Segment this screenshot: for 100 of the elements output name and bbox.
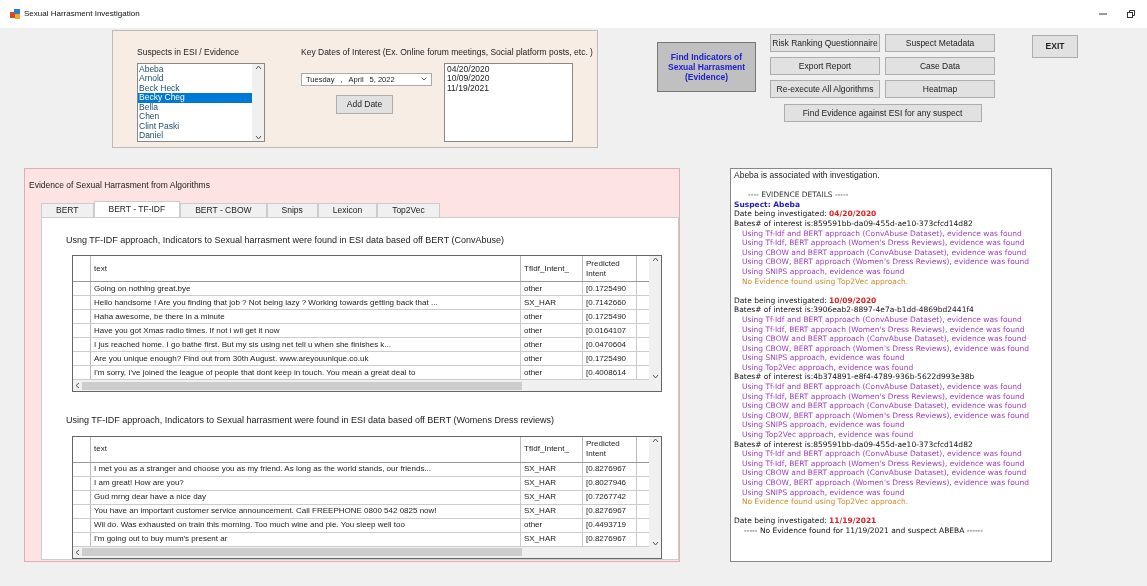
table-cell: [0.4008614	[583, 366, 637, 380]
log-line: Abeba is associated with investigation.	[734, 171, 881, 181]
table-cell: Wil do. Was exhausted on train this morning. Too much wine and pie. You sleep well too	[91, 518, 521, 532]
action-button[interactable]: Case Data	[885, 57, 995, 75]
table-cell: Going on nothing great.bye	[91, 282, 521, 296]
table-cell: [0.7267742	[583, 490, 637, 504]
column-header[interactable]: text	[91, 256, 521, 282]
suspect-item[interactable]: Arnold	[138, 74, 252, 84]
table-cell: Are you unique enough? Find out from 30th August. www.areyouunique.co.uk	[91, 352, 521, 366]
action-button[interactable]: Suspect Metadata	[885, 34, 995, 52]
table-cell: other	[521, 310, 583, 324]
suspects-label: Suspects in ESI / Evidence	[137, 46, 241, 59]
suspect-item[interactable]: Daniel	[138, 131, 252, 141]
suspect-item[interactable]: Abeba	[138, 64, 252, 75]
table-cell: Hello handsome ! Are you finding that job ? Not being lazy ? Working towards getting back that ...	[91, 296, 521, 310]
table-cell: [0.8276967	[583, 532, 637, 546]
table-cell: I am great! How are you?	[91, 476, 521, 490]
minimize-icon[interactable]	[1099, 10, 1107, 18]
action-button[interactable]: Re-execute All Algorithms	[770, 80, 880, 98]
scroll-left-icon[interactable]	[75, 382, 80, 390]
table-cell: SX_HAR	[521, 476, 583, 490]
table-cell: [0.8276967	[583, 504, 637, 518]
table-cell: [0.8027946	[583, 476, 637, 490]
scroll-down-icon[interactable]	[254, 134, 262, 140]
date-item[interactable]: 04/20/2020	[447, 64, 570, 75]
table-cell: [0.8276967	[583, 462, 637, 476]
table-cell: [0.1725490	[583, 352, 637, 366]
action-button[interactable]: Find Evidence against ESI for any suspect	[783, 104, 982, 122]
table-cell: SX_HAR	[521, 532, 583, 546]
tab[interactable]: Snips	[266, 202, 318, 217]
table-cell: [0.1725490	[583, 310, 637, 324]
tab[interactable]: BERT - TF-IDF	[93, 200, 181, 217]
dropdown-caret-icon[interactable]	[421, 77, 427, 82]
table-cell: Gud mrng dear have a nice day	[91, 490, 521, 504]
column-header[interactable]: TfIdf_Intent_	[521, 436, 583, 462]
table-cell: [0.0164107	[583, 324, 637, 338]
column-header[interactable]: Predicted Intent	[583, 436, 637, 462]
table-cell: You have an important customer service announcement. Call FREEPHONE 0800 542 0825 now!	[91, 504, 521, 518]
horizontal-scrollbar[interactable]	[73, 380, 661, 392]
scroll-thumb[interactable]	[82, 381, 522, 390]
tab[interactable]: BERT	[41, 202, 94, 217]
table-cell: Haha awesome, be there in a minute	[91, 310, 521, 324]
table-cell: I jus reached home. I go bathe first. But my sis using net tell u when she finishes k...	[91, 338, 521, 352]
date-item[interactable]: 11/19/2021	[447, 83, 570, 94]
table-cell: other	[521, 338, 583, 352]
table-cell: other	[521, 324, 583, 338]
table-cell: I met you as a stranger and choose you as my friend. As long as the world stands, our friends...	[91, 462, 521, 476]
scroll-up-icon[interactable]	[254, 64, 262, 70]
scrollbar[interactable]	[649, 256, 661, 381]
action-button[interactable]: Heatmap	[885, 80, 995, 98]
table-cell: I'm sorry, I've joined the league of people that dont keep in touch. You mean a great deal to	[91, 366, 521, 380]
action-button[interactable]: Risk Ranking Questionnaire	[770, 34, 880, 52]
table-cell: [0.1725490	[583, 282, 637, 296]
table-cell: other	[521, 366, 583, 380]
action-button[interactable]: Export Report	[770, 57, 880, 75]
key-dates-label: Key Dates of Interest (Ex. Online forum meetings, Social platform posts, etc. )	[301, 46, 593, 59]
tab[interactable]: BERT - CBOW	[180, 202, 267, 217]
table-cell: other	[521, 518, 583, 532]
table-cell: SX_HAR	[521, 296, 583, 310]
find-indicators-button[interactable]: Find Indicators of Sexual Harrasment (Evidence)	[657, 42, 756, 92]
scroll-thumb[interactable]	[82, 548, 522, 557]
table-cell: [0.0470604	[583, 338, 637, 352]
table-cell: SX_HAR	[521, 462, 583, 476]
horizontal-scrollbar[interactable]	[73, 546, 661, 558]
scroll-up-icon[interactable]	[651, 437, 659, 443]
table-caption: Using TF-IDF approach, Indicators to Sexual harrasment were found in ESI data based off BERT (Womens Dress reviews)	[66, 414, 555, 428]
suspect-item[interactable]: Beck Heck	[138, 83, 252, 94]
scroll-down-icon[interactable]	[651, 374, 659, 380]
table-cell: I'm going out to buy mum's present ar	[91, 532, 521, 546]
scroll-down-icon[interactable]	[651, 540, 659, 546]
suspects-list[interactable]: Abeba Arnold Beck Heck Becky Cheg Bella Chen Clint Paski Daniel	[137, 62, 265, 142]
scrollbar[interactable]	[649, 436, 661, 547]
table-cell: SX_HAR	[521, 490, 583, 504]
add-date-button[interactable]: Add Date	[336, 94, 393, 114]
scroll-up-icon[interactable]	[651, 257, 659, 263]
suspect-item[interactable]: Clint Paski	[138, 121, 252, 132]
table-cell: other	[521, 282, 583, 296]
restore-icon[interactable]	[1127, 10, 1135, 18]
app-icon	[10, 9, 20, 19]
column-header[interactable]: TfIdf_Intent_	[521, 256, 583, 282]
suspect-item[interactable]: Becky Cheg	[138, 93, 252, 103]
exit-button[interactable]: EXIT	[1032, 35, 1078, 58]
column-header[interactable]: text	[91, 436, 521, 462]
table-cell: other	[521, 352, 583, 366]
tab[interactable]: Lexicon	[317, 202, 378, 217]
table-cell: [0.7142660	[583, 296, 637, 310]
date-item[interactable]: 10/09/2020	[447, 74, 570, 84]
suspect-item[interactable]: Bella	[138, 102, 252, 113]
table-cell: SX_HAR	[521, 504, 583, 518]
table-cell: [0.4493719	[583, 518, 637, 532]
tab[interactable]: Top2Vec	[377, 202, 440, 217]
scroll-left-icon[interactable]	[75, 548, 80, 556]
suspect-item[interactable]: Chen	[138, 112, 252, 122]
scrollbar[interactable]	[252, 63, 264, 141]
window-title: Sexual Harrasment Investigation	[24, 8, 140, 20]
column-header[interactable]: Predicted Intent	[583, 256, 637, 282]
table-caption: Usng TF-IDF approach, Indicators to Sexual harrasment were found in ESI data based off BERT (ConvAbuse)	[66, 233, 506, 247]
panel-title: Evidence of Sexual Harrasment from Algorithms	[29, 179, 211, 192]
dates-list[interactable]: 04/20/2020 10/09/2020 11/19/2021	[444, 62, 573, 142]
table-cell: Have you got Xmas radio times. If not i wil get it now	[91, 324, 521, 338]
